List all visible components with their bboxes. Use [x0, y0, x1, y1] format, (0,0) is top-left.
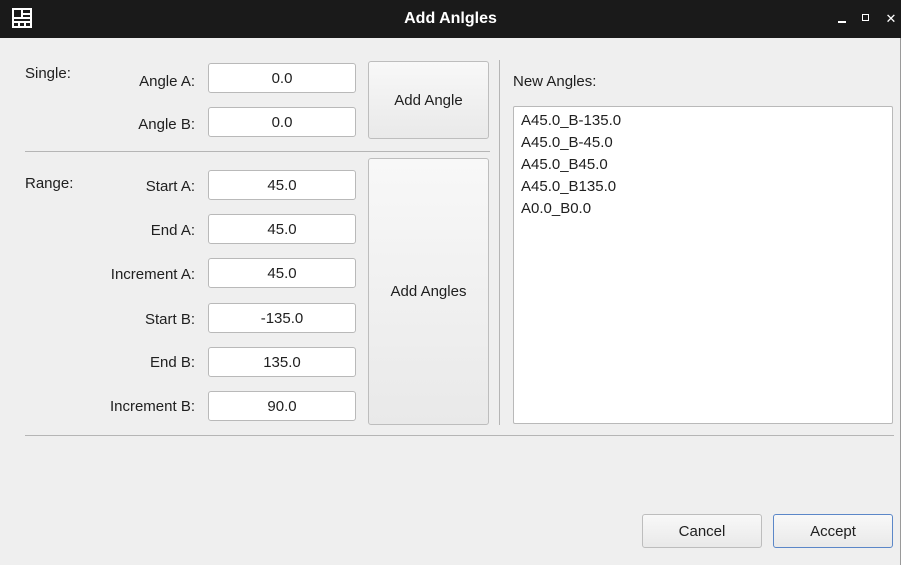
angle-b-label: Angle B:: [138, 116, 195, 133]
start-a-input[interactable]: [208, 170, 356, 200]
start-b-label: Start B:: [144, 311, 195, 328]
list-item[interactable]: A45.0_B-135.0: [521, 113, 885, 129]
column-divider: [499, 60, 500, 425]
single-section-label: Single:: [25, 65, 71, 82]
close-icon[interactable]: ✕: [884, 12, 898, 26]
increment-a-label: Increment A:: [110, 266, 195, 283]
new-angles-label: New Angles:: [513, 73, 597, 90]
angle-a-input[interactable]: [208, 63, 356, 93]
title-bar[interactable]: Add Anlgles ✕: [0, 0, 901, 38]
start-a-label: Start A:: [145, 178, 195, 195]
accept-button[interactable]: Accept: [773, 514, 893, 548]
end-a-label: End A:: [150, 222, 195, 239]
section-divider: [25, 151, 490, 152]
footer-divider: [25, 435, 894, 436]
list-item[interactable]: A45.0_B135.0: [521, 179, 885, 195]
range-section-label: Range:: [25, 175, 74, 192]
end-b-input[interactable]: [208, 347, 356, 377]
increment-a-input[interactable]: [208, 258, 356, 288]
list-item[interactable]: A0.0_B0.0: [521, 201, 885, 217]
increment-b-label: Increment B:: [109, 398, 195, 415]
cancel-button[interactable]: Cancel: [642, 514, 762, 548]
angle-a-label: Angle A:: [139, 73, 195, 90]
start-b-input[interactable]: [208, 303, 356, 333]
increment-b-input[interactable]: [208, 391, 356, 421]
end-a-input[interactable]: [208, 214, 356, 244]
list-item[interactable]: A45.0_B-45.0: [521, 135, 885, 151]
end-b-label: End B:: [149, 354, 195, 371]
angle-b-input[interactable]: [208, 107, 356, 137]
add-angles-button[interactable]: Add Angles: [368, 158, 489, 425]
window-title: Add Anlgles: [404, 10, 497, 27]
add-angle-button[interactable]: Add Angle: [368, 61, 489, 139]
add-angles-dialog: Add Anlgles ✕ Single: Angle A: Angle B: …: [0, 0, 901, 565]
new-angles-list[interactable]: A45.0_B-135.0 A45.0_B-45.0 A45.0_B45.0 A…: [513, 106, 893, 424]
list-item[interactable]: A45.0_B45.0: [521, 157, 885, 173]
